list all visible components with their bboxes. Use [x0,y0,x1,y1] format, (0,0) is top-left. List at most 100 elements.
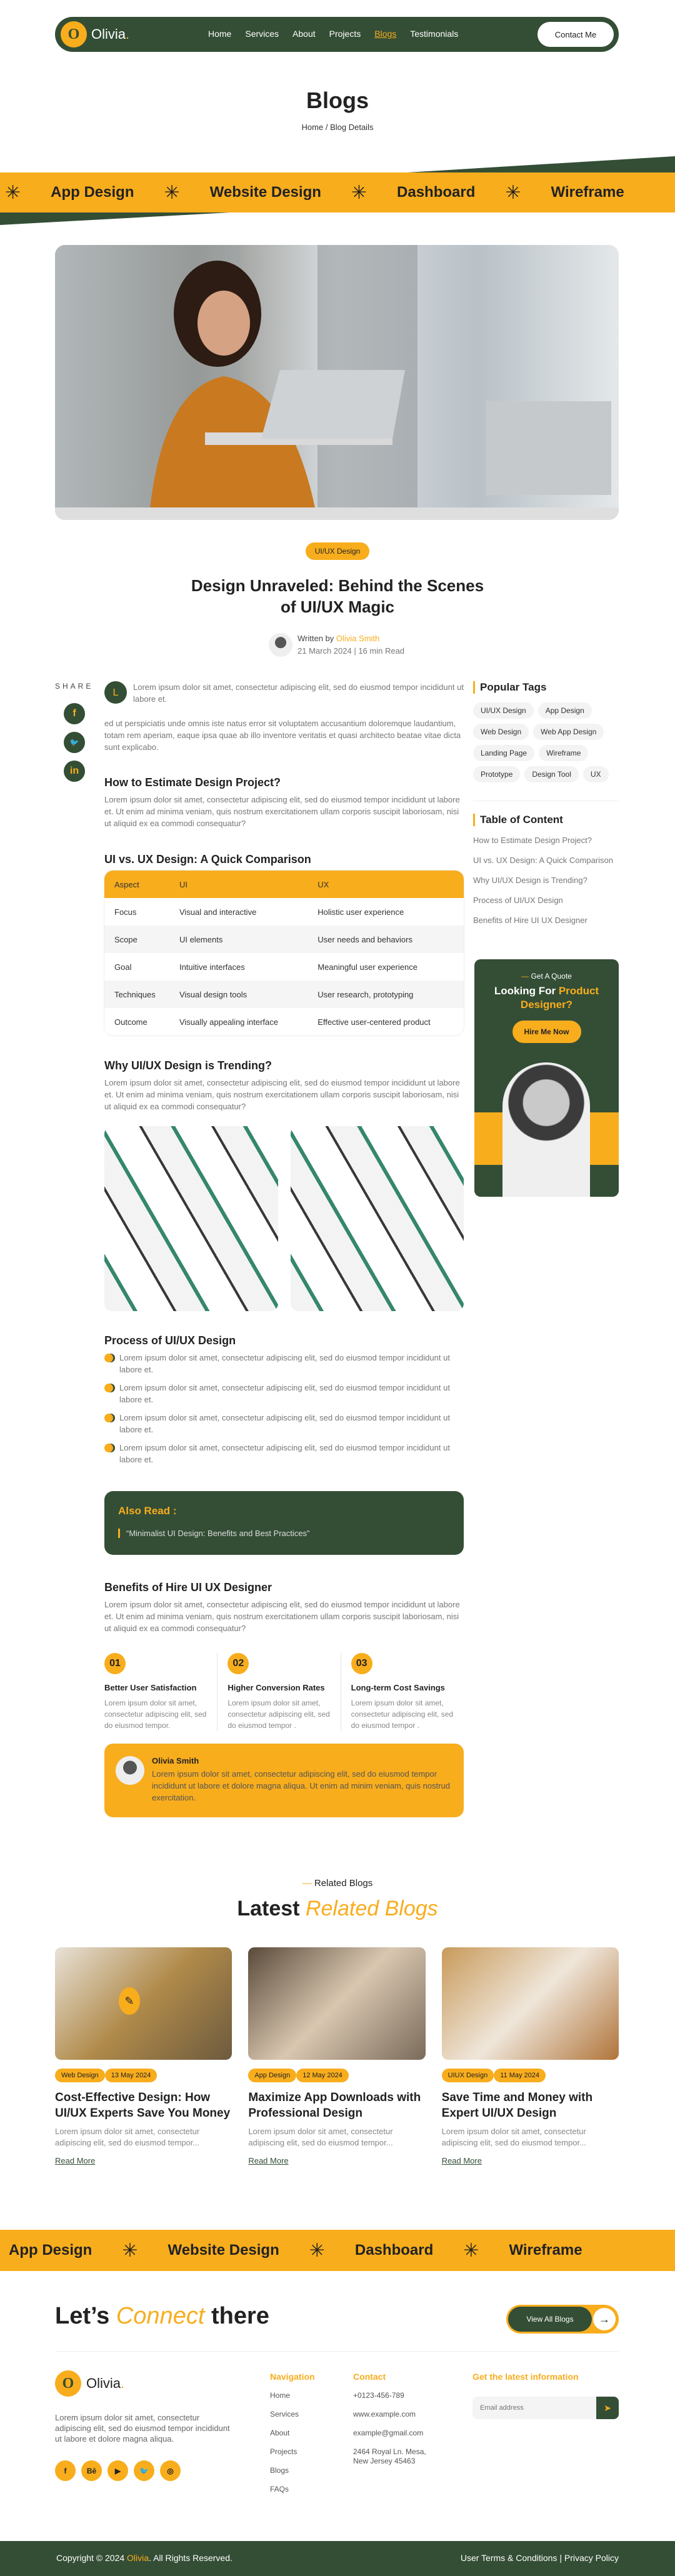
toc-link[interactable]: UI vs. UX Design: A Quick Comparison [473,854,619,866]
contact-me-button[interactable]: Contact Me [538,22,614,47]
tag-chip[interactable]: App Design [538,702,592,719]
blog-card-image[interactable] [441,1947,619,2060]
intro-paragraph: Lorem ipsum dolor sit amet, consectetur … [133,682,464,704]
nav-link-projects[interactable]: Projects [329,29,361,39]
twitter-icon: 🐦 [69,738,79,747]
nav-link-about[interactable]: About [292,29,316,39]
toc-link[interactable]: How to Estimate Design Project? [473,834,619,846]
table-cell: Goal [114,962,132,972]
card-tags: Web Design 13 May 2024 [55,2069,232,2082]
terms-link[interactable]: User Terms & Conditions [461,2553,558,2563]
card-date-badge: 13 May 2024 [104,2069,158,2082]
also-read-link[interactable]: “Minimalist UI Design: Benefits and Best… [118,1529,450,1538]
toc-list: How to Estimate Design Project? UI vs. UX… [473,834,619,926]
toc-link[interactable]: Process of UI/UX Design [473,894,619,906]
section-heading: Benefits of Hire UI UX Designer [104,1581,272,1594]
footer-nav-link[interactable]: Projects [270,2447,315,2457]
coffee-app-mockup-image [104,1126,278,1311]
breadcrumb-home[interactable]: Home [302,122,324,132]
nav-link-services[interactable]: Services [245,29,279,39]
tag-chip[interactable]: UI/UX Design [473,702,534,719]
card-category-badge[interactable]: App Design [248,2069,297,2082]
facebook-button[interactable]: f [55,2460,76,2481]
toc-link[interactable]: Benefits of Hire UI UX Designer [473,914,619,926]
hire-me-button[interactable]: Hire Me Now [512,1021,581,1043]
nav-link-home[interactable]: Home [208,29,231,39]
footer-nav-link[interactable]: Blogs [270,2466,315,2475]
share-linkedin-button[interactable]: in [64,761,85,782]
tag-chip[interactable]: UX [582,766,609,782]
bullet-icon [104,1444,113,1452]
also-read-box: Also Read : “Minimalist UI Design: Benef… [104,1491,464,1555]
card-title[interactable]: Maximize App Downloads with Professional… [248,2090,425,2121]
toc-link[interactable]: Why UI/UX Design is Trending? [473,874,619,886]
email-input[interactable] [472,2397,596,2419]
app-gallery [104,1126,464,1311]
contact-item: example@gmail.com [353,2429,424,2437]
marquee-ribbon-top: ✳ App Design ✳ Website Design ✳ Dashboard ✳ Wir… [0,172,675,212]
nav-link-testimonials[interactable]: Testimonials [410,29,458,39]
author-byline: Written by Olivia Smith 21 March 2024 | … [269,632,404,657]
logo-icon: O [55,2370,81,2397]
logo-dot: . [121,2375,125,2391]
quote-card-title: Looking For Product Designer? [474,984,619,1012]
tag-chip[interactable]: Web App Design [533,724,604,740]
logo-text[interactable]: Olivia. [91,26,129,42]
asterisk-icon: ✳ [5,182,21,203]
section-compare: UI vs. UX Design: A Quick Comparison [104,852,464,871]
footer-nav-link[interactable]: About [270,2429,315,2438]
footer-nav-link[interactable]: Home [270,2391,315,2400]
category-badge[interactable]: UI/UX Design [306,542,369,560]
card-title[interactable]: Save Time and Money with Expert UI/UX De… [442,2090,619,2121]
footer-logo[interactable]: O Olivia. [55,2370,124,2397]
blog-card-image[interactable] [248,1947,426,2060]
footer-nav-link[interactable]: Services [270,2410,315,2419]
read-more-link[interactable]: Read More [248,2156,288,2165]
tag-chip[interactable]: Landing Page [473,745,535,761]
copyright-brand: Olivia [127,2553,149,2563]
twitter-button[interactable]: 🐦 [134,2460,154,2481]
read-more-link[interactable]: Read More [55,2156,95,2165]
youtube-button[interactable]: ▶ [108,2460,128,2481]
send-button[interactable]: ➤ [596,2397,619,2419]
read-more-link[interactable]: Read More [442,2156,482,2165]
tag-chip[interactable]: Web Design [473,724,529,740]
connect-part: Let’s [55,2303,116,2329]
send-icon: ➤ [604,2402,611,2413]
nav-link-blogs[interactable]: Blogs [374,29,396,39]
share-facebook-button[interactable]: f [64,703,85,724]
card-category-badge[interactable]: UIUX Design [441,2069,494,2082]
footer-nav-link[interactable]: FAQs [270,2485,315,2494]
benefit-text: Lorem ipsum dolor sit amet, consectetur … [104,1699,207,1730]
instagram-button[interactable]: ◎ [160,2460,181,2481]
card-tags: UIUX Design 11 May 2024 [441,2069,619,2082]
footer-divider [55,2351,619,2352]
card-title[interactable]: Cost-Effective Design: How UI/UX Experts… [55,2090,232,2121]
table-row: Techniques Visual design tools User resear… [104,981,464,1008]
tag-chip[interactable]: Wireframe [539,745,589,761]
behance-icon: Bē [86,2466,97,2475]
share-twitter-button[interactable]: 🐦 [64,732,85,753]
navigation-heading: Navigation [270,2372,315,2382]
blog-card-image[interactable] [55,1947,232,2060]
breadcrumb: Home / Blog Details [0,122,675,132]
view-all-blogs-button[interactable]: View All Blogs → [506,2305,619,2334]
author-name-link[interactable]: Olivia Smith [336,634,379,643]
table-cell: Intuitive interfaces [179,962,245,972]
benefit-title: Better User Satisfaction [104,1683,197,1692]
tag-chip[interactable]: Design Tool [524,766,579,782]
table-cell: Effective user-centered product [318,1017,431,1027]
card-date-badge: 12 May 2024 [296,2069,349,2082]
process-item: Lorem ipsum dolor sit amet, consectetur … [104,1352,464,1375]
card-category-badge[interactable]: Web Design [55,2069,105,2082]
benefit-number: 03 [351,1653,372,1674]
connect-part: there [204,2303,269,2329]
copyright-text: . All Rights Reserved. [149,2553,232,2563]
logo-icon[interactable]: O [61,21,87,47]
view-all-label: View All Blogs [508,2307,592,2332]
also-read-title: Also Read : [118,1505,177,1517]
table-cell: User research, prototyping [308,981,464,1008]
tag-chip[interactable]: Prototype [473,766,521,782]
behance-button[interactable]: Bē [81,2460,102,2481]
privacy-link[interactable]: Privacy Policy [564,2553,619,2563]
